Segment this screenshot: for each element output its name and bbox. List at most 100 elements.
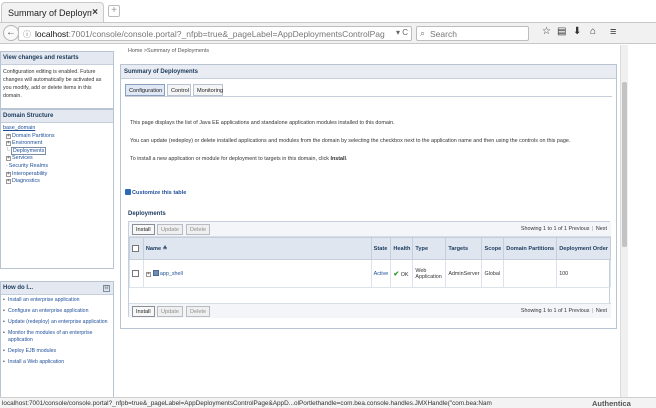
row-select-cell (129, 259, 144, 288)
how-do-i-title: How do I... (1, 282, 113, 295)
vertical-scrollbar[interactable] (620, 45, 628, 397)
back-arrow-icon[interactable]: ← (3, 25, 19, 41)
tree-item-diagnostics[interactable]: + Diagnostics (3, 178, 111, 186)
column-header-scope[interactable]: Scope (481, 237, 505, 260)
tab-monitoring[interactable]: Monitoring (193, 84, 223, 96)
deployments-label: Deployments (128, 211, 166, 217)
customize-table-link[interactable]: Customize this table (125, 189, 186, 196)
how-do-i-link[interactable]: Install a Web application (3, 359, 113, 366)
state-link[interactable]: Active (374, 271, 389, 277)
tab-configuration[interactable]: Configuration (125, 84, 165, 96)
new-tab-icon[interactable]: + (108, 5, 120, 17)
summary-of-deployments-panel: Summary of Deployments Configuration Con… (120, 64, 617, 329)
tab-divider (125, 96, 612, 97)
install-button[interactable]: Install (132, 224, 155, 235)
row-health-cell: ✔ OK (390, 259, 414, 288)
column-header-targets[interactable]: Targets (445, 237, 483, 260)
table-toolbar-bottom: Install Update Delete Showing 1 to 1 of … (129, 303, 611, 318)
pagination-bottom: Showing 1 to 1 of 1 Previous | Next (520, 308, 607, 314)
bookmarks-icon[interactable]: ▤ (557, 26, 566, 37)
row-checkbox[interactable] (132, 269, 139, 277)
description-line-3: To install a new application or module f… (130, 156, 348, 162)
app-name-link[interactable]: app_shell (160, 271, 183, 277)
update-button: Update (157, 224, 184, 235)
install-button-bottom[interactable]: Install (132, 306, 155, 317)
column-header-deployment-order[interactable]: Deployment Order (556, 237, 611, 260)
breadcrumb[interactable]: Home >Summary of Deployments (128, 48, 209, 54)
checkmark-icon: ✔ (393, 270, 400, 278)
how-do-i-link[interactable]: Configure an enterprise application (3, 308, 113, 315)
table-row: + app_shell Active ✔ OK Web Application A… (129, 259, 611, 288)
status-url: localhost:7001/console/console.portal?_n… (2, 400, 492, 407)
tree-item-interoperability[interactable]: + Interoperability (3, 171, 111, 179)
url-bar[interactable]: ⓘ localhost:7001/console/console.portal?… (18, 26, 412, 41)
tree-branch-icon: └ (6, 147, 10, 154)
how-do-i-link[interactable]: Install an enterprise application (3, 297, 113, 304)
expand-icon[interactable]: + (6, 141, 11, 147)
row-name-cell: + app_shell (142, 259, 372, 288)
row-targets-cell: AdminServer (445, 259, 483, 288)
update-button-bottom: Update (157, 306, 184, 317)
expand-row-icon[interactable]: + (145, 272, 151, 277)
column-header-type[interactable]: Type (412, 237, 447, 260)
collapse-panel-icon[interactable]: ⊟ (103, 285, 110, 292)
tree-item-domain-partitions[interactable]: + Domain Partitions (3, 133, 111, 141)
sort-icon[interactable]: ≙ (163, 246, 168, 252)
column-header-health[interactable]: Health (390, 237, 414, 260)
change-center-title[interactable]: View changes and restarts (1, 52, 113, 65)
browser-tab-strip: Summary of Deploymen... × + (0, 0, 656, 22)
tab-control[interactable]: Control (167, 84, 191, 96)
domain-structure-panel: Domain Structure base_domain + Domain Par… (0, 109, 114, 269)
tree-root-base-domain[interactable]: base_domain (3, 125, 111, 133)
status-auth-label: Authentica (592, 399, 631, 408)
deployments-table-container: Install Update Delete Showing 1 to 1 of … (128, 221, 611, 318)
delete-button-bottom: Delete (186, 306, 211, 317)
browser-tab[interactable]: Summary of Deploymen... × (1, 2, 104, 22)
search-box[interactable]: ⌕ (416, 26, 529, 41)
menu-icon[interactable]: ≡ (610, 26, 616, 38)
customize-icon (125, 189, 131, 195)
previous-link[interactable]: Previous (569, 226, 590, 232)
select-all-header[interactable] (129, 237, 144, 260)
close-tab-icon[interactable]: × (92, 7, 98, 18)
column-header-domain-partitions[interactable]: Domain Partitions (503, 237, 558, 260)
expand-icon[interactable]: + (6, 171, 11, 177)
description-line-2: You can update (redeploy) or delete inst… (130, 138, 571, 144)
how-do-i-list: Install an enterprise application Config… (1, 295, 113, 366)
row-state-cell: Active (370, 259, 392, 288)
tree-item-deployments[interactable]: └ Deployments (3, 146, 111, 156)
previous-link[interactable]: Previous (569, 308, 590, 314)
download-icon[interactable]: ⬇ (573, 26, 581, 37)
next-link[interactable]: Next (596, 308, 607, 314)
select-all-checkbox[interactable] (132, 244, 139, 252)
home-icon[interactable]: ⌂ (590, 26, 596, 37)
search-icon: ⌕ (420, 28, 426, 38)
star-icon[interactable]: ☆ (542, 26, 551, 37)
tree-item-services[interactable]: + Services (3, 155, 111, 163)
url-text: localhost:7001/console/console.portal?_n… (35, 29, 385, 39)
how-do-i-link[interactable]: Monitor the modules of an enterprise app… (3, 330, 113, 344)
how-do-i-link[interactable]: Deploy EJB modules (3, 348, 113, 355)
scrollbar-thumb[interactable] (622, 82, 627, 247)
reload-icon[interactable]: ▾ C (396, 28, 408, 37)
description-line-1: This page displays the list of Java EE a… (130, 120, 395, 126)
expand-icon[interactable]: + (6, 156, 11, 162)
column-header-name[interactable]: Name ≙ (142, 237, 372, 260)
application-icon (152, 270, 159, 276)
site-info-icon[interactable]: ⓘ (23, 29, 31, 40)
row-partitions-cell (503, 259, 558, 288)
browser-tab-title: Summary of Deploymen... (8, 8, 92, 18)
domain-structure-title: Domain Structure (1, 110, 113, 123)
browser-nav-bar: ← ⓘ localhost:7001/console/console.porta… (0, 22, 656, 44)
next-link[interactable]: Next (596, 226, 607, 232)
how-do-i-link[interactable]: Update (redeploy) an enterprise applicat… (3, 319, 113, 326)
tree-branch-icon: - (6, 162, 8, 169)
expand-icon[interactable]: + (6, 179, 11, 185)
column-header-state[interactable]: State (370, 237, 392, 260)
row-order-cell: 100 (556, 259, 611, 288)
expand-icon[interactable]: + (6, 133, 11, 139)
search-input[interactable] (430, 28, 526, 39)
change-center-panel: View changes and restarts Configuration … (0, 51, 114, 109)
tree-item-security-realms[interactable]: -Security Realms (3, 163, 111, 171)
delete-button: Delete (186, 224, 211, 235)
